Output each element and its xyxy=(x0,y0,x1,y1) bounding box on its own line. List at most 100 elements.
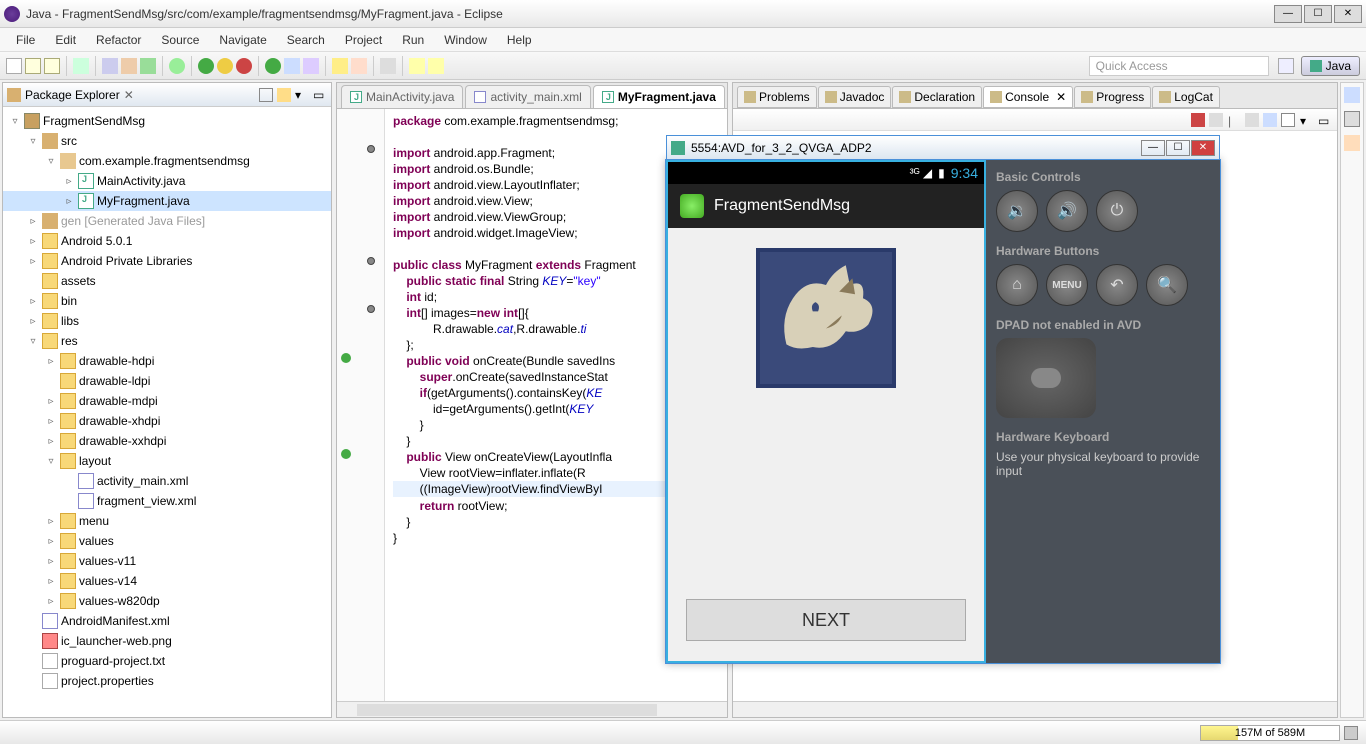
tree-item[interactable]: ▿layout xyxy=(3,451,331,471)
expand-icon[interactable]: ▹ xyxy=(27,236,39,247)
panel-close-icon[interactable]: ✕ xyxy=(124,88,134,102)
tree-item[interactable]: ▿FragmentSendMsg xyxy=(3,111,331,131)
minimize-panel-icon[interactable]: ▭ xyxy=(313,88,327,102)
fold-icon[interactable] xyxy=(367,305,375,313)
new-package-icon[interactable] xyxy=(284,58,300,74)
avd-manager-icon[interactable] xyxy=(140,58,156,74)
expand-icon[interactable]: ▹ xyxy=(45,396,57,407)
expand-icon[interactable]: ▹ xyxy=(63,196,75,207)
expand-icon[interactable]: ▹ xyxy=(45,416,57,427)
view-tab-logcat[interactable]: LogCat xyxy=(1152,86,1220,108)
tree-item[interactable]: fragment_view.xml xyxy=(3,491,331,511)
expand-icon[interactable]: ▹ xyxy=(45,516,57,527)
menu-run[interactable]: Run xyxy=(392,30,434,50)
expand-icon[interactable]: ▹ xyxy=(27,316,39,327)
tree-item[interactable]: ▹MyFragment.java xyxy=(3,191,331,211)
view-tab-progress[interactable]: Progress xyxy=(1074,86,1151,108)
outline-icon[interactable] xyxy=(1344,111,1360,127)
emulator-close-button[interactable]: ✕ xyxy=(1191,140,1215,156)
editor-tab[interactable]: MainActivity.java xyxy=(341,85,463,108)
save-icon[interactable] xyxy=(25,58,41,74)
tree-item[interactable]: ▹drawable-mdpi xyxy=(3,391,331,411)
remove-launch-icon[interactable] xyxy=(1209,113,1223,127)
tree-item[interactable]: ▿src xyxy=(3,131,331,151)
expand-icon[interactable]: ▹ xyxy=(27,216,39,227)
tree-item[interactable]: project.properties xyxy=(3,671,331,691)
tree-item[interactable]: ▿com.example.fragmentsendmsg xyxy=(3,151,331,171)
fold-icon[interactable] xyxy=(367,145,375,153)
expand-icon[interactable]: ▹ xyxy=(27,296,39,307)
horizontal-scrollbar[interactable] xyxy=(357,704,657,716)
volume-up-button[interactable]: 🔊 xyxy=(1046,190,1088,232)
override-icon[interactable] xyxy=(341,449,351,459)
tree-item[interactable]: proguard-project.txt xyxy=(3,651,331,671)
tree-item[interactable]: ▹values-w820dp xyxy=(3,591,331,611)
expand-icon[interactable]: ▿ xyxy=(27,336,39,347)
expand-icon[interactable]: ▹ xyxy=(45,596,57,607)
menu-file[interactable]: File xyxy=(6,30,45,50)
tree-item[interactable]: ▹values-v14 xyxy=(3,571,331,591)
display-selected-icon[interactable]: ▾ xyxy=(1299,113,1313,127)
tree-item[interactable]: ▿res xyxy=(3,331,331,351)
emulator-screen[interactable]: ³ᴳ ◢ ▮ 9:34 FragmentSendMsg NEXT xyxy=(666,160,986,663)
expand-icon[interactable]: ▿ xyxy=(9,116,21,127)
clear-console-icon[interactable] xyxy=(1245,113,1259,127)
tree-item[interactable]: AndroidManifest.xml xyxy=(3,611,331,631)
tree-item[interactable]: ▹libs xyxy=(3,311,331,331)
save-all-icon[interactable] xyxy=(44,58,60,74)
expand-icon[interactable]: ▹ xyxy=(45,356,57,367)
tree-item[interactable]: ▹Android 5.0.1 xyxy=(3,231,331,251)
next-button[interactable]: NEXT xyxy=(686,599,966,641)
open-type-icon[interactable] xyxy=(332,58,348,74)
debug-icon[interactable] xyxy=(73,58,89,74)
build-icon[interactable] xyxy=(102,58,118,74)
fold-icon[interactable] xyxy=(367,257,375,265)
tree-item[interactable]: ic_launcher-web.png xyxy=(3,631,331,651)
expand-icon[interactable]: ▹ xyxy=(45,576,57,587)
expand-icon[interactable]: ▹ xyxy=(27,256,39,267)
new-class-icon[interactable] xyxy=(303,58,319,74)
editor-tab[interactable]: activity_main.xml xyxy=(465,85,590,108)
pin-console-icon[interactable] xyxy=(1281,113,1295,127)
android-sdk-icon[interactable] xyxy=(121,58,137,74)
search-icon[interactable] xyxy=(351,58,367,74)
terminate-icon[interactable] xyxy=(1191,113,1205,127)
link-editor-icon[interactable] xyxy=(277,88,291,102)
menu-project[interactable]: Project xyxy=(335,30,392,50)
editor-tab[interactable]: MyFragment.java xyxy=(593,85,725,108)
gc-icon[interactable] xyxy=(1344,726,1358,740)
menu-refactor[interactable]: Refactor xyxy=(86,30,151,50)
restore-view-icon[interactable] xyxy=(1344,87,1360,103)
home-button[interactable]: ⌂ xyxy=(996,264,1038,306)
tree-item[interactable]: assets xyxy=(3,271,331,291)
tree-item[interactable]: ▹bin xyxy=(3,291,331,311)
close-button[interactable]: ✕ xyxy=(1334,5,1362,23)
menu-navigate[interactable]: Navigate xyxy=(209,30,276,50)
tree-item[interactable]: ▹drawable-xxhdpi xyxy=(3,431,331,451)
console-scrollbar[interactable] xyxy=(733,701,1337,717)
tree-item[interactable]: activity_main.xml xyxy=(3,471,331,491)
scroll-lock-icon[interactable] xyxy=(1263,113,1277,127)
menu-search[interactable]: Search xyxy=(277,30,335,50)
expand-icon[interactable]: ▹ xyxy=(63,176,75,187)
tree-item[interactable]: drawable-ldpi xyxy=(3,371,331,391)
expand-icon[interactable]: ▹ xyxy=(45,556,57,567)
new-icon[interactable] xyxy=(6,58,22,74)
open-perspective-icon[interactable] xyxy=(1278,58,1294,74)
tree-item[interactable]: ▹drawable-hdpi xyxy=(3,351,331,371)
tree-item[interactable]: ▹MainActivity.java xyxy=(3,171,331,191)
open-console-icon[interactable]: ▭ xyxy=(1317,113,1331,127)
view-menu-icon[interactable]: ▾ xyxy=(295,88,309,102)
power-button[interactable]: ⏻ xyxy=(1096,190,1138,232)
quick-access-input[interactable]: Quick Access xyxy=(1089,56,1269,76)
menu-source[interactable]: Source xyxy=(151,30,209,50)
maximize-button[interactable]: ☐ xyxy=(1304,5,1332,23)
run-icon[interactable] xyxy=(198,58,214,74)
close-tab-icon[interactable]: ✕ xyxy=(1056,90,1066,104)
emulator-maximize-button[interactable]: ☐ xyxy=(1166,140,1190,156)
view-tab-problems[interactable]: Problems xyxy=(737,86,817,108)
stop-icon[interactable] xyxy=(236,58,252,74)
package-tree[interactable]: ▿FragmentSendMsg▿src▿com.example.fragmen… xyxy=(3,107,331,717)
java-perspective-button[interactable]: Java xyxy=(1301,56,1360,76)
forward-icon[interactable] xyxy=(428,58,444,74)
